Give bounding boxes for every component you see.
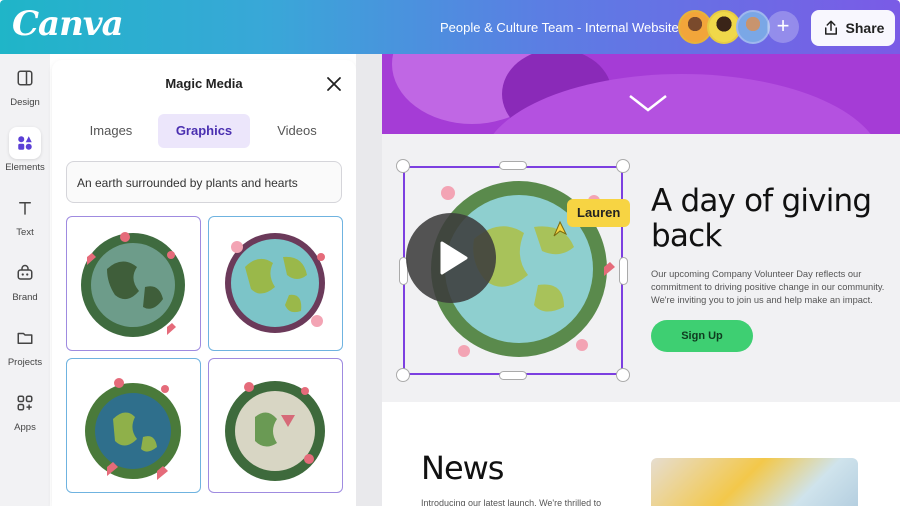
tab-images[interactable]: Images [66, 114, 156, 148]
add-collaborator-button[interactable]: + [767, 11, 799, 43]
close-icon[interactable] [324, 74, 344, 94]
document-title[interactable]: People & Culture Team - Internal Website [440, 20, 679, 35]
graphic-result[interactable] [66, 216, 201, 351]
rail-item-design[interactable]: Design [0, 62, 50, 108]
rail-label: Apps [14, 422, 36, 433]
resize-handle[interactable] [396, 159, 410, 173]
design-icon [9, 62, 41, 94]
tab-videos[interactable]: Videos [252, 114, 342, 148]
earth-graphic-icon [85, 378, 181, 480]
text-icon [9, 192, 41, 224]
apps-icon [9, 387, 41, 419]
rail-label: Elements [5, 162, 45, 173]
sign-up-button[interactable]: Sign Up [651, 320, 753, 352]
rail-label: Text [16, 227, 34, 238]
graphic-result[interactable] [208, 216, 343, 351]
rail-item-text[interactable]: Text [0, 192, 50, 238]
elements-icon [9, 127, 41, 159]
resize-handle[interactable] [616, 159, 630, 173]
graphic-result[interactable] [208, 358, 343, 493]
projects-icon [9, 322, 41, 354]
play-button[interactable] [406, 213, 496, 303]
earth-graphic-icon [225, 233, 325, 333]
rail-label: Design [10, 97, 40, 108]
share-icon [824, 20, 837, 35]
resize-handle[interactable] [619, 257, 628, 285]
resize-handle[interactable] [616, 368, 630, 382]
earth-graphic-icon [225, 381, 325, 481]
resize-handle[interactable] [396, 368, 410, 382]
section-body-text[interactable]: Our upcoming Company Volunteer Day refle… [651, 268, 891, 307]
news-image[interactable] [651, 458, 858, 506]
resize-handle[interactable] [499, 371, 527, 380]
graphic-result[interactable] [66, 358, 201, 493]
media-tabs: Images Graphics Videos [66, 114, 346, 148]
news-heading[interactable]: News [421, 449, 504, 487]
tab-graphics[interactable]: Graphics [158, 114, 250, 148]
rail-item-elements[interactable]: Elements [0, 127, 50, 173]
brand-icon [9, 257, 41, 289]
canva-logo[interactable]: Canva [12, 4, 124, 44]
side-rail: Design Elements Text Brand Projects Apps [0, 54, 50, 506]
rail-item-brand[interactable]: Brand [0, 257, 50, 303]
share-button[interactable]: Share [811, 10, 895, 46]
play-icon [440, 241, 468, 275]
hero-graphic [382, 54, 900, 134]
avatar[interactable] [736, 10, 770, 44]
rail-label: Brand [12, 292, 38, 303]
hero-banner [382, 54, 900, 134]
top-bar: Canva People & Culture Team - Internal W… [0, 0, 900, 54]
prompt-input[interactable]: An earth surrounded by plants and hearts [66, 161, 342, 203]
rail-item-projects[interactable]: Projects [0, 322, 50, 368]
share-label: Share [845, 20, 885, 36]
earth-graphic-icon [81, 232, 185, 337]
collaborator-tag: Lauren [567, 199, 631, 227]
cursor-icon [553, 220, 568, 237]
panel-title: Magic Media [165, 76, 243, 91]
resize-handle[interactable] [499, 161, 527, 170]
magic-media-panel: Magic Media Images Graphics Videos An ea… [52, 60, 356, 506]
rail-item-apps[interactable]: Apps [0, 387, 50, 433]
section-heading[interactable]: A day of giving back [651, 184, 891, 254]
news-text[interactable]: Introducing our latest launch. We're thr… [421, 498, 601, 506]
rail-label: Projects [7, 357, 43, 368]
